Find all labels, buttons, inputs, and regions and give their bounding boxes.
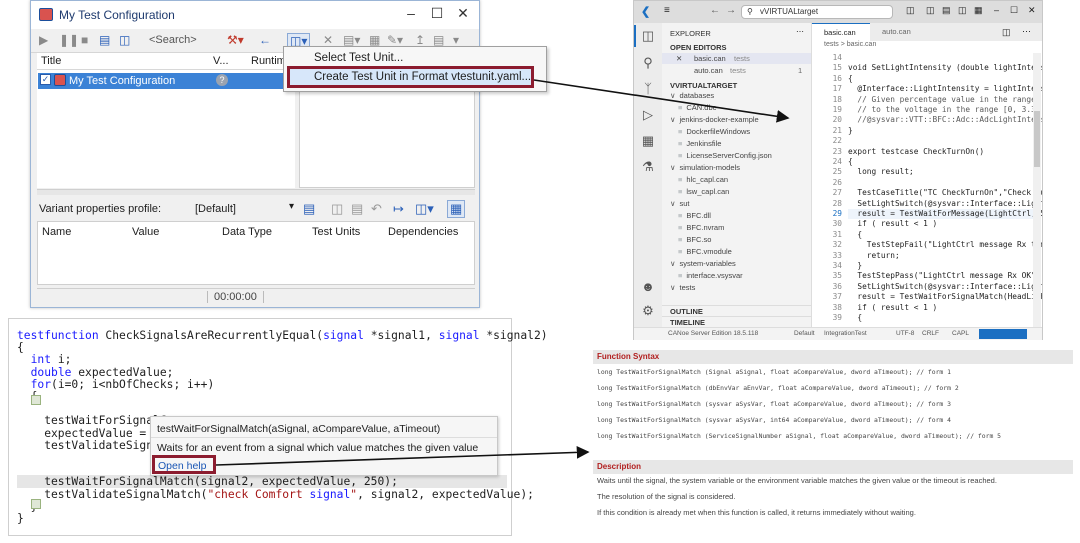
callout-arrows xyxy=(215,79,790,466)
arrow-to-help xyxy=(215,445,590,466)
arrow-to-vscode xyxy=(533,79,790,123)
